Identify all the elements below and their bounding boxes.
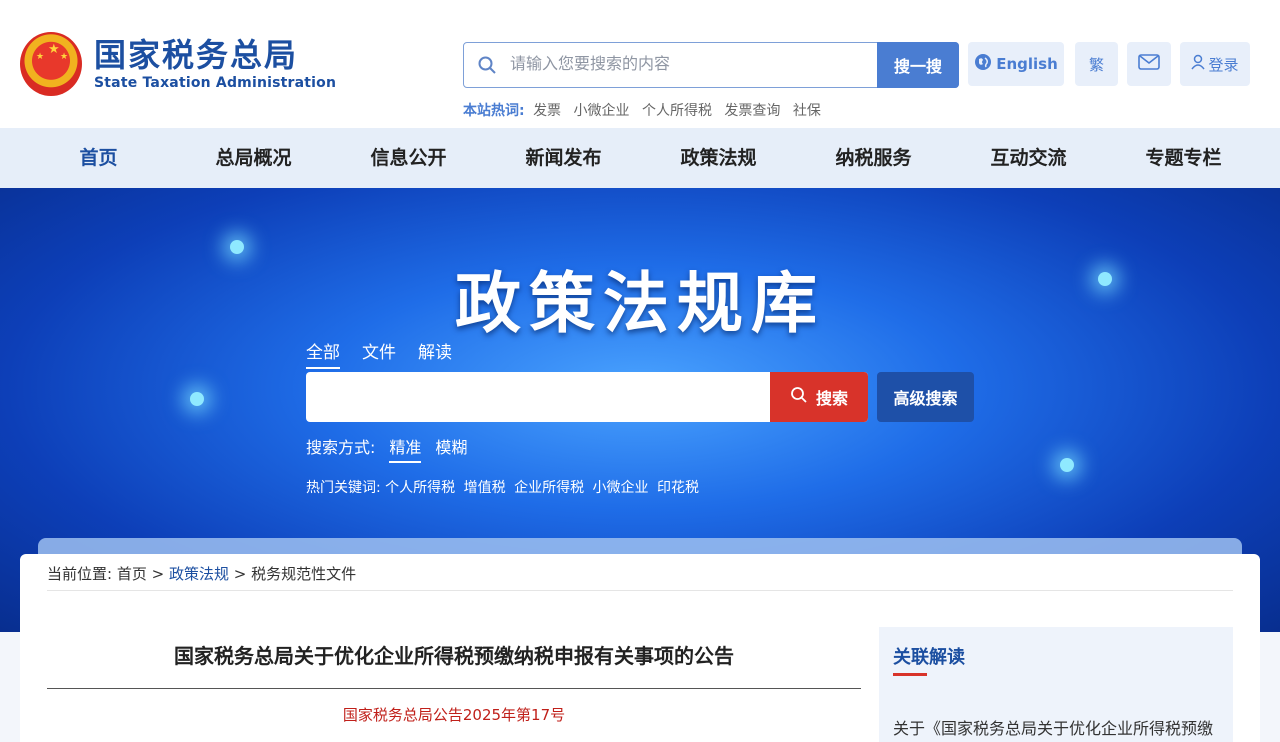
- search-mode: 搜索方式: 精准 模糊: [306, 434, 481, 463]
- search-scope-tabs: 全部 文件 解读: [306, 338, 474, 369]
- breadcrumb-policy[interactable]: 政策法规: [169, 565, 229, 583]
- login-label: 登录: [1208, 55, 1239, 74]
- article-divider: [47, 688, 861, 689]
- hot-keyword-link[interactable]: 印花税: [657, 480, 699, 496]
- globe-icon: [974, 53, 992, 75]
- login-button[interactable]: 登录: [1180, 42, 1250, 86]
- user-icon: [1191, 54, 1206, 74]
- traditional-chinese-button[interactable]: 繁: [1075, 42, 1118, 86]
- related-panel-underline: [893, 673, 927, 676]
- policy-search-button[interactable]: 搜索: [770, 372, 868, 422]
- hot-word-link[interactable]: 发票查询: [724, 103, 780, 119]
- content-card: 当前位置: 首页 > 政策法规 > 税务规范性文件 国家税务总局关于优化企业所得…: [20, 554, 1260, 742]
- hot-keyword-link[interactable]: 增值税: [464, 480, 506, 496]
- nav-item-home[interactable]: 首页: [21, 128, 176, 188]
- search-icon: [464, 43, 510, 87]
- related-interpretation-link[interactable]: 关于《国家税务总局关于优化企业所得税预缴: [893, 715, 1223, 739]
- site-logo[interactable]: ★ ★ ★ 国家税务总局 State Taxation Administrati…: [20, 32, 336, 96]
- tab-documents[interactable]: 文件: [362, 338, 396, 369]
- national-emblem-icon: ★ ★ ★: [20, 32, 82, 96]
- policy-search-input[interactable]: [306, 372, 770, 422]
- hot-keyword-link[interactable]: 个人所得税: [385, 480, 455, 496]
- related-panel-title: 关联解读: [893, 647, 965, 668]
- breadcrumb-current[interactable]: 税务规范性文件: [251, 565, 356, 583]
- site-search-input[interactable]: [510, 45, 877, 85]
- breadcrumb-label: 当前位置:: [47, 565, 113, 583]
- breadcrumb-separator: >: [151, 565, 169, 583]
- english-label: English: [996, 55, 1058, 73]
- policy-search-box: 搜索: [306, 372, 868, 422]
- search-icon: [790, 386, 808, 409]
- site-search-box: 搜一搜: [463, 41, 959, 88]
- mode-exact[interactable]: 精准: [389, 434, 422, 463]
- hot-keyword-link[interactable]: 企业所得税: [514, 480, 584, 496]
- mail-button[interactable]: [1127, 42, 1171, 86]
- nav-item-info-disclosure[interactable]: 信息公开: [331, 128, 486, 188]
- breadcrumb-separator: >: [233, 565, 252, 583]
- tab-interpretations[interactable]: 解读: [418, 338, 452, 369]
- article-title: 国家税务总局关于优化企业所得税预缴纳税申报有关事项的公告: [174, 644, 734, 668]
- hot-word-link[interactable]: 发票: [533, 103, 561, 119]
- main-nav: 首页 总局概况 信息公开 新闻发布 政策法规 纳税服务 互动交流 专题专栏: [0, 128, 1280, 188]
- nav-item-topics[interactable]: 专题专栏: [1106, 128, 1261, 188]
- logo-english-name: State Taxation Administration: [94, 75, 337, 91]
- related-interpretation-panel: 关联解读 关于《国家税务总局关于优化企业所得税预缴: [879, 627, 1233, 742]
- hot-words-label: 本站热词:: [463, 103, 525, 119]
- nav-item-news[interactable]: 新闻发布: [486, 128, 641, 188]
- hot-keywords: 热门关键词: 个人所得税 增值税 企业所得税 小微企业 印花税: [306, 477, 703, 497]
- search-mode-label: 搜索方式:: [306, 438, 376, 457]
- article-doc-number: 国家税务总局公告2025年第17号: [342, 706, 566, 724]
- hot-keyword-link[interactable]: 小微企业: [593, 480, 649, 496]
- policy-search-label: 搜索: [815, 391, 848, 408]
- breadcrumb-home[interactable]: 首页: [117, 565, 147, 583]
- site-search-button[interactable]: 搜一搜: [877, 41, 959, 88]
- nav-item-tax-service[interactable]: 纳税服务: [796, 128, 951, 188]
- english-button[interactable]: English: [968, 42, 1064, 86]
- hot-word-link[interactable]: 个人所得税: [642, 103, 712, 119]
- nav-item-interaction[interactable]: 互动交流: [951, 128, 1106, 188]
- advanced-search-button[interactable]: 高级搜索: [877, 372, 974, 422]
- decorative-glow: [1060, 458, 1074, 472]
- breadcrumb: 当前位置: 首页 > 政策法规 > 税务规范性文件: [47, 563, 1233, 591]
- banner-title: 政策法规库: [455, 264, 825, 342]
- mail-icon: [1138, 53, 1160, 75]
- logo-chinese-name: 国家税务总局: [94, 36, 299, 74]
- hot-words: 本站热词: 发票 小微企业 个人所得税 发票查询 社保: [463, 100, 829, 120]
- hot-keywords-label: 热门关键词:: [306, 480, 381, 496]
- hot-word-link[interactable]: 社保: [793, 103, 821, 119]
- nav-item-overview[interactable]: 总局概况: [176, 128, 331, 188]
- nav-item-policy[interactable]: 政策法规: [641, 128, 796, 188]
- hot-word-link[interactable]: 小微企业: [574, 103, 630, 119]
- decorative-glow: [190, 392, 204, 406]
- mode-fuzzy[interactable]: 模糊: [435, 434, 467, 463]
- site-header: ★ ★ ★ 国家税务总局 State Taxation Administrati…: [0, 0, 1280, 128]
- tab-all[interactable]: 全部: [306, 338, 340, 369]
